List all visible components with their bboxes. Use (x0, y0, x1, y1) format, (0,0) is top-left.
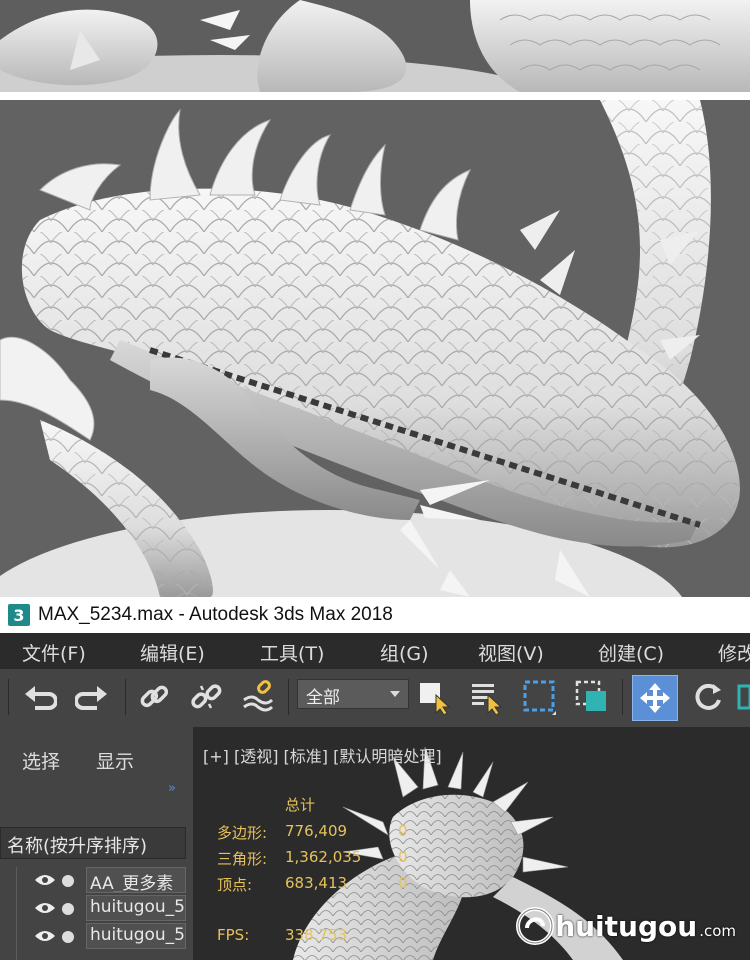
menu-tools[interactable]: 工具(T) (260, 639, 324, 666)
list-item[interactable]: AA_更多素 (0, 867, 186, 895)
select-and-rotate-icon[interactable] (688, 677, 728, 717)
render-preview-main (0, 100, 750, 597)
redo-icon[interactable] (72, 677, 112, 717)
stats-fps-value: 338.753 (285, 926, 348, 944)
watermark: huitugou .com (515, 906, 736, 946)
stats-triangles-label: 三角形: (217, 850, 268, 868)
menu-edit[interactable]: 编辑(E) (140, 639, 205, 666)
stats-vertices-total: 683,413 (285, 874, 348, 892)
object-name: huitugou_5 (86, 923, 186, 949)
freeze-toggle-icon[interactable] (62, 931, 74, 943)
column-header-name[interactable]: 名称(按升序排序) (0, 827, 186, 859)
menu-views[interactable]: 视图(V) (478, 639, 544, 666)
select-by-name-icon[interactable] (466, 677, 506, 717)
stats-polygons-total: 776,409 (285, 822, 348, 840)
huitugou-logo-icon (516, 907, 555, 945)
eye-icon[interactable] (34, 873, 56, 887)
stats-vertices-label: 顶点: (217, 876, 253, 894)
scene-explorer: 选择 显示 » 名称(按升序排序) AA_更多素 huitugou_5 huit… (0, 727, 193, 960)
watermark-suffix: .com (699, 922, 736, 940)
dragon-render-image-top (0, 0, 750, 92)
chevron-down-icon (390, 691, 400, 697)
stats-polygons-selected: 0 (398, 822, 408, 840)
perspective-viewport[interactable]: [+] [透视] [标准] [默认明暗处理] 总计 多边形: 776,409 0… (193, 727, 750, 960)
stats-vertices-selected: 0 (398, 874, 408, 892)
object-name: AA_更多素 (86, 867, 186, 893)
freeze-toggle-icon[interactable] (62, 903, 74, 915)
eye-icon[interactable] (34, 929, 56, 943)
list-item[interactable]: huitugou_5 (0, 895, 186, 923)
menu-bar: 文件(F) 编辑(E) 工具(T) 组(G) 视图(V) 创建(C) 修改 (0, 633, 750, 670)
bind-spacewarp-icon[interactable] (238, 677, 278, 717)
selection-filter-value: 全部 (306, 688, 340, 708)
image-divider (0, 92, 750, 100)
expand-chevron-icon[interactable]: » (168, 781, 176, 796)
watermark-text: huitugou (555, 909, 698, 943)
window-title: MAX_5234.max - Autodesk 3ds Max 2018 (38, 604, 393, 625)
eye-icon[interactable] (34, 901, 56, 915)
select-object-icon[interactable] (414, 677, 454, 717)
stats-polygons-label: 多边形: (217, 824, 268, 842)
stats-triangles-selected: 0 (398, 848, 408, 866)
unlink-icon[interactable] (186, 677, 226, 717)
link-icon[interactable] (134, 677, 174, 717)
tab-display[interactable]: 显示 (96, 747, 134, 774)
window-title-bar: 3 MAX_5234.max - Autodesk 3ds Max 2018 (0, 597, 750, 633)
object-name: huitugou_5 (86, 895, 186, 921)
menu-file[interactable]: 文件(F) (22, 639, 86, 666)
stats-fps-label: FPS: (217, 926, 250, 944)
viewport-label-menu[interactable]: [+] [透视] [标准] [默认明暗处理] (203, 743, 442, 767)
stats-triangles-total: 1,362,035 (285, 848, 362, 866)
select-and-move-icon[interactable] (632, 675, 678, 721)
stats-header: 总计 (285, 796, 316, 814)
tab-select[interactable]: 选择 (22, 747, 60, 774)
freeze-toggle-icon[interactable] (62, 875, 74, 887)
list-item[interactable]: huitugou_5 (0, 923, 186, 951)
selection-filter-dropdown[interactable]: 全部 (297, 679, 409, 709)
menu-create[interactable]: 创建(C) (598, 639, 664, 666)
render-preview-top (0, 0, 750, 92)
select-and-scale-icon[interactable] (736, 677, 750, 717)
dragon-render-image-main (0, 100, 740, 597)
3dsmax-logo-icon: 3 (8, 604, 30, 626)
menu-group[interactable]: 组(G) (380, 639, 429, 666)
main-toolbar: 全部 (0, 669, 750, 727)
menu-modifiers[interactable]: 修改 (718, 639, 750, 666)
window-crossing-icon[interactable] (572, 677, 612, 717)
undo-icon[interactable] (20, 677, 60, 717)
rectangular-selection-icon[interactable] (520, 677, 560, 717)
